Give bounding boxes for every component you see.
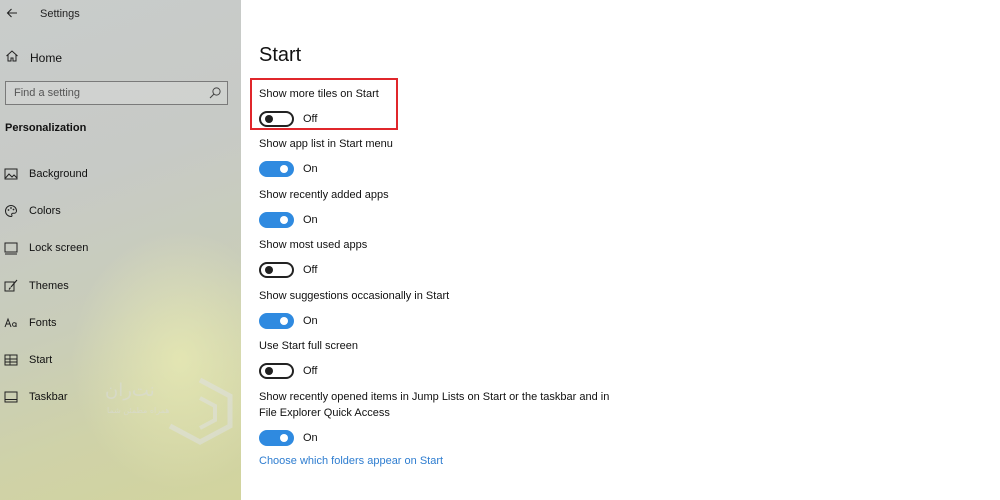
- title-bar: Settings: [0, 0, 241, 28]
- brush-icon: [4, 279, 18, 292]
- toggle-row: Off: [259, 110, 659, 130]
- page-title: Start: [259, 44, 302, 66]
- sidebar-item-label: Taskbar: [29, 391, 68, 403]
- setting-label-line1: Show recently opened items in Jump Lists…: [259, 391, 610, 403]
- toggle-state-label: On: [303, 432, 318, 444]
- taskbar-icon: [4, 391, 18, 403]
- font-icon: [4, 317, 17, 328]
- toggle-row: Off: [259, 362, 659, 382]
- setting-most-used-apps: Show most used apps Off: [259, 238, 659, 281]
- setting-start-full-screen: Use Start full screen Off: [259, 339, 659, 382]
- toggle-state-label: On: [303, 214, 318, 226]
- choose-folders-link[interactable]: Choose which folders appear on Start: [259, 455, 443, 467]
- sidebar-item-label: Colors: [29, 205, 61, 217]
- sidebar-item-lock-screen[interactable]: Lock screen: [0, 235, 241, 261]
- back-arrow-icon: [6, 8, 17, 18]
- toggle-switch[interactable]: [259, 363, 294, 379]
- toggle-row: On: [259, 312, 659, 332]
- sidebar-item-label: Home: [30, 51, 63, 65]
- sidebar: Settings Home Personalization Background…: [0, 0, 241, 500]
- sidebar-item-themes[interactable]: Themes: [0, 273, 241, 299]
- search-icon[interactable]: [208, 86, 222, 100]
- back-button[interactable]: [2, 3, 22, 23]
- toggle-knob: [265, 367, 273, 375]
- toggle-knob: [265, 266, 273, 274]
- search-input[interactable]: [6, 82, 201, 104]
- toggle-row: Off: [259, 261, 659, 281]
- toggle-row: On: [259, 211, 659, 231]
- setting-label: Use Start full screen: [259, 340, 359, 352]
- setting-label-line2: File Explorer Quick Access: [259, 407, 390, 419]
- toggle-knob: [280, 165, 288, 173]
- toggle-row: On: [259, 429, 679, 449]
- sidebar-item-background[interactable]: Background: [0, 161, 241, 187]
- sidebar-item-label: Lock screen: [29, 242, 89, 254]
- toggle-state-label: Off: [303, 264, 318, 276]
- window-title: Settings: [40, 8, 80, 20]
- home-icon: [6, 50, 18, 62]
- toggle-knob: [280, 317, 288, 325]
- setting-label: Show suggestions occasionally in Start: [259, 290, 450, 302]
- palette-icon: [5, 204, 18, 218]
- toggle-knob: [265, 115, 273, 123]
- toggle-state-label: On: [303, 315, 318, 327]
- sidebar-item-label: Fonts: [29, 317, 57, 329]
- toggle-switch[interactable]: [259, 430, 294, 446]
- sidebar-item-label: Background: [29, 168, 88, 180]
- main-panel: Start Show more tiles on Start Off Show …: [241, 0, 1000, 500]
- setting-jump-lists: Show recently opened items in Jump Lists…: [259, 390, 679, 449]
- toggle-switch[interactable]: [259, 161, 294, 177]
- setting-label: Show more tiles on Start: [259, 88, 379, 100]
- toggle-switch[interactable]: [259, 111, 294, 127]
- watermark: نت‌ران همراه مطمئن شما: [105, 368, 241, 448]
- setting-label: Show most used apps: [259, 239, 368, 251]
- toggle-switch[interactable]: [259, 313, 294, 329]
- picture-icon: [4, 168, 18, 180]
- toggle-knob: [280, 216, 288, 224]
- sidebar-item-colors[interactable]: Colors: [0, 198, 241, 224]
- sidebar-item-label: Themes: [29, 280, 69, 292]
- sidebar-item-fonts[interactable]: Fonts: [0, 310, 241, 336]
- setting-show-app-list: Show app list in Start menu On: [259, 137, 659, 180]
- setting-label: Show app list in Start menu: [259, 138, 393, 150]
- toggle-state-label: Off: [303, 113, 318, 125]
- sidebar-item-label: Start: [29, 354, 53, 366]
- toggle-switch[interactable]: [259, 212, 294, 228]
- toggle-switch[interactable]: [259, 262, 294, 278]
- setting-show-more-tiles: Show more tiles on Start Off: [259, 87, 659, 130]
- start-grid-icon: [4, 354, 18, 366]
- setting-label: Show recently added apps: [259, 189, 389, 201]
- toggle-state-label: Off: [303, 365, 318, 377]
- setting-recently-added-apps: Show recently added apps On: [259, 188, 659, 231]
- toggle-state-label: On: [303, 163, 318, 175]
- sidebar-item-home[interactable]: Home: [0, 44, 241, 70]
- setting-suggestions: Show suggestions occasionally in Start O…: [259, 289, 659, 332]
- toggle-knob: [280, 434, 288, 442]
- watermark-text: نت‌ران: [105, 380, 155, 401]
- lock-screen-icon: [4, 242, 18, 255]
- toggle-row: On: [259, 160, 659, 180]
- watermark-subtext: همراه مطمئن شما: [107, 406, 170, 415]
- search-box[interactable]: [5, 81, 228, 105]
- section-heading: Personalization: [5, 122, 87, 134]
